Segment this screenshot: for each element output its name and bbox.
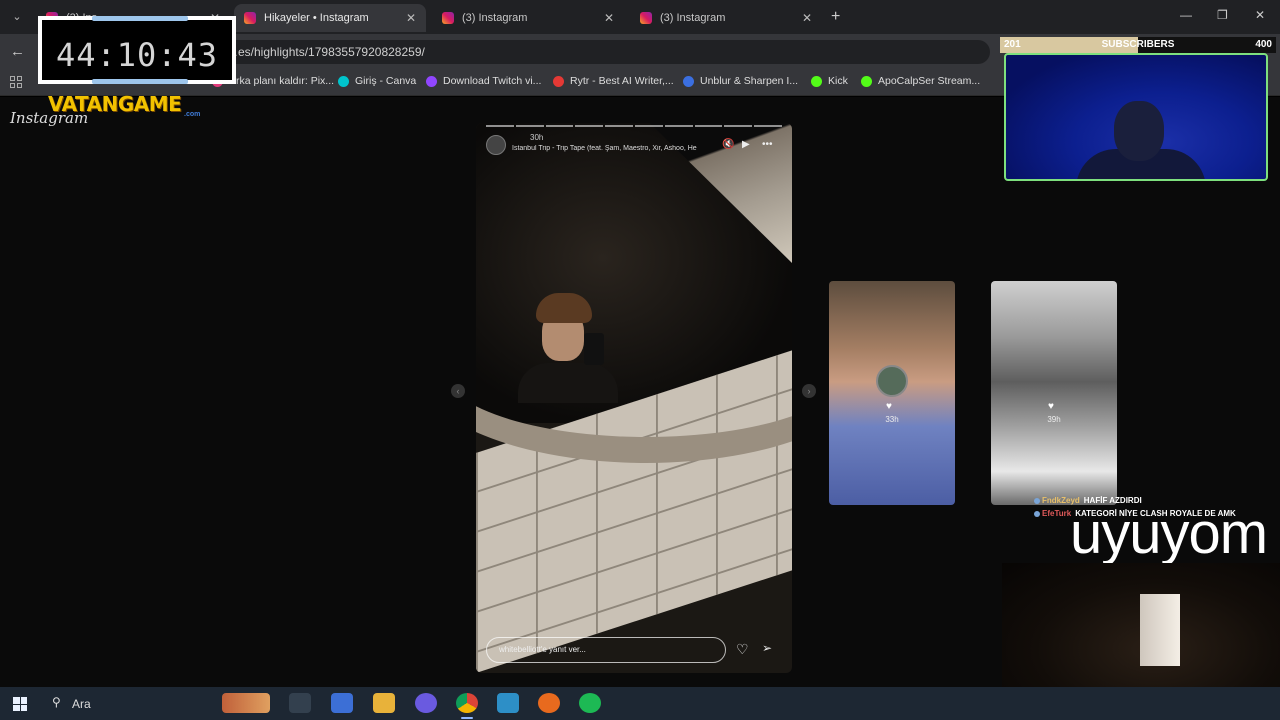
story-photo-mirror — [476, 273, 792, 463]
next-story-card[interactable]: ♥ 33h — [829, 281, 955, 505]
bookmark-unblur[interactable]: Unblur & Sharpen I... — [683, 75, 798, 87]
bookmark-kick[interactable]: Kick — [811, 75, 848, 87]
tab-title: Hikayeler • Instagram — [264, 12, 369, 24]
bookmark-label: Giriş - Canva — [355, 75, 417, 87]
chat-badge-icon — [1034, 510, 1040, 517]
apps-grid-icon[interactable] — [10, 76, 22, 88]
bookmark-label: Unblur & Sharpen I... — [700, 75, 799, 87]
bookmark-rytr[interactable]: Rytr - Best AI Writer,... — [553, 75, 674, 87]
subscriber-count: 201 — [1004, 39, 1021, 50]
mute-icon[interactable]: 🔇 — [722, 139, 734, 150]
like-heart-icon[interactable]: ♡ — [736, 641, 749, 658]
story-progress-bar — [486, 125, 782, 127]
story-header: 30h İstanbul Trip - Trip Tape (feat. Şam… — [486, 133, 782, 157]
close-icon[interactable]: ✕ — [802, 11, 812, 25]
tab-title: (3) Instagram — [660, 12, 726, 24]
new-tab-button[interactable]: + — [831, 8, 840, 26]
obs-icon[interactable] — [497, 693, 519, 713]
tab-instagram-3[interactable]: (3) Instagram ✕ — [432, 4, 624, 32]
discord-icon[interactable] — [415, 693, 437, 713]
tab-title: (3) Instagram — [462, 12, 528, 24]
close-icon[interactable]: ✕ — [604, 11, 614, 25]
bookmark-twitch-downloader[interactable]: Download Twitch vi... — [426, 75, 541, 87]
bookmark-label: Rytr - Best AI Writer,... — [570, 75, 674, 87]
restore-icon[interactable]: ❐ — [1217, 8, 1228, 22]
sponsor-logo-suffix: .com — [184, 111, 201, 118]
story-photo-person — [518, 293, 618, 403]
taskbar-search[interactable]: Ara — [42, 693, 172, 715]
instagram-favicon-icon — [442, 12, 454, 24]
bookmark-favicon-icon — [683, 75, 694, 87]
story-timestamp: 30h — [530, 133, 544, 142]
close-icon[interactable]: ✕ — [406, 11, 416, 25]
send-icon[interactable]: ➢ — [762, 641, 772, 655]
subscriber-goal-label: SUBSCRIBERS — [1101, 39, 1175, 50]
story-music-label[interactable]: İstanbul Trip - Trip Tape (feat. Şam, Ma… — [512, 145, 712, 152]
back-arrow-icon[interactable]: ← — [10, 43, 25, 60]
highlight-heart-icon: ♥ — [886, 401, 892, 412]
tab-search-button[interactable]: ⌄ — [6, 7, 28, 27]
store-icon[interactable] — [331, 693, 353, 713]
chrome-icon[interactable] — [456, 693, 478, 713]
bookmark-favicon-icon — [861, 75, 872, 87]
story-card-time: 39h — [1047, 415, 1061, 424]
instagram-favicon-icon — [244, 12, 256, 24]
bookmark-favicon-icon — [811, 75, 822, 87]
file-explorer-icon[interactable] — [373, 693, 395, 713]
timer-accent-top — [92, 16, 188, 21]
chat-badge-icon — [1034, 497, 1040, 504]
tab-instagram-4[interactable]: (3) Instagram ✕ — [630, 4, 822, 32]
previous-story-arrow-icon[interactable]: ‹ — [451, 384, 465, 398]
minimize-icon[interactable]: — — [1180, 8, 1192, 22]
bookmark-canva[interactable]: Giriş - Canva — [338, 75, 416, 87]
story-viewer[interactable]: 30h İstanbul Trip - Trip Tape (feat. Şam… — [476, 123, 792, 673]
bookmark-favicon-icon — [426, 75, 437, 87]
story-author-avatar[interactable] — [486, 135, 506, 155]
timer-accent-bottom — [92, 79, 188, 84]
play-icon[interactable]: ▶ — [742, 139, 750, 150]
next-story-card[interactable]: ♥ 39h — [991, 281, 1117, 505]
subscriber-goal: 400 — [1255, 39, 1272, 50]
window-close-icon[interactable]: ✕ — [1255, 8, 1265, 22]
windows-taskbar: ⚲ Ara — [0, 687, 1280, 720]
bookmark-favicon-icon — [338, 75, 349, 87]
instagram-favicon-icon — [640, 12, 652, 24]
more-options-icon[interactable]: ••• — [762, 139, 773, 150]
stream-timer: 44:10:43 — [38, 16, 236, 84]
overlay-status-text: uyuyom — [1070, 501, 1268, 566]
next-story-arrow-icon[interactable]: › — [802, 384, 816, 398]
tab-hikayeler[interactable]: Hikayeler • Instagram ✕ — [234, 4, 426, 32]
task-view-icon[interactable] — [289, 693, 311, 713]
bookmark-label: Kick — [828, 75, 848, 87]
bookmark-label: Arka planı kaldır: Pix... — [229, 75, 335, 87]
room-door — [1140, 594, 1180, 666]
story-card-time: 33h — [885, 415, 899, 424]
active-app-indicator — [461, 717, 473, 719]
search-highlight-icon[interactable] — [222, 693, 270, 713]
bookmark-label: ApoCalpSer Stream... — [878, 75, 981, 87]
sponsor-logo: VATANGAME — [48, 92, 182, 116]
windows-start-icon[interactable] — [13, 697, 27, 711]
chat-username: EfeTurk — [1042, 509, 1072, 518]
subscriber-goal-bar: SUBSCRIBERS 201 400 — [1000, 37, 1276, 53]
story-reply-input[interactable]: whitebelliott'e yanıt ver... — [486, 637, 726, 663]
microphone-app-icon[interactable] — [538, 693, 560, 713]
streamer-webcam — [1004, 53, 1268, 181]
timer-text: 44:10:43 — [55, 36, 219, 74]
bookmark-label: Download Twitch vi... — [443, 75, 542, 87]
bookmark-favicon-icon — [553, 75, 564, 87]
address-bar[interactable]: …es/highlights/17983557920828259/ — [190, 40, 990, 64]
story-card-avatar — [876, 365, 908, 397]
highlight-heart-icon: ♥ — [1048, 401, 1054, 412]
bookmark-apocalpser[interactable]: ApoCalpSer Stream... — [861, 75, 980, 87]
spotify-icon[interactable] — [579, 693, 601, 713]
